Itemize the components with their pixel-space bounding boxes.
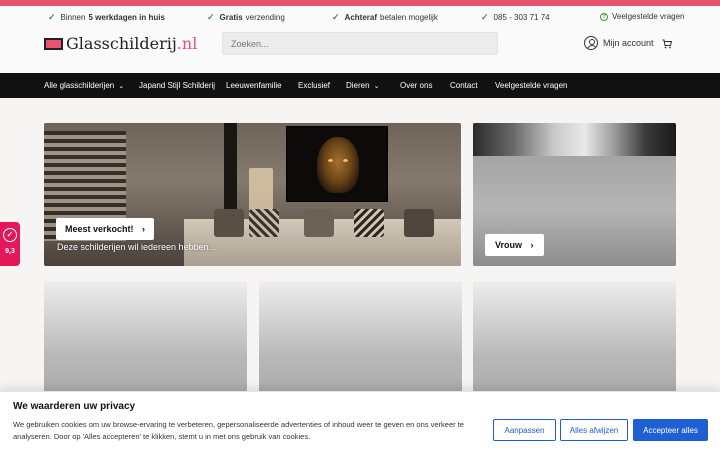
review-score: 9,3 <box>5 248 15 255</box>
usp-bold: 5 werkdagen in huis <box>88 13 165 22</box>
lion-eye <box>328 159 333 162</box>
hero-tile-meest-verkocht[interactable]: Meest verkocht! › Deze schilderijen wil … <box>44 123 461 266</box>
usp-payment: ✓ Achteraf betalen mogelijk <box>332 12 438 23</box>
search-input[interactable] <box>222 32 498 55</box>
nav-item-over-ons[interactable]: Over ons <box>400 81 432 90</box>
hero-subtitle: Deze schilderijen wil iedereen hebben... <box>57 242 217 252</box>
vrouw-label: Vrouw <box>495 240 523 250</box>
chevron-down-icon: ⌄ <box>118 83 125 90</box>
cookie-accept-button[interactable]: Accepteer alles <box>633 419 708 441</box>
faq-link-label: Veelgestelde vragen <box>612 12 685 21</box>
nav-item-label: Dieren <box>346 81 370 90</box>
check-icon: ✓ <box>332 12 340 22</box>
account-label: Mijn account <box>603 38 654 48</box>
usp-text: verzending <box>245 13 285 22</box>
usp-text: Binnen <box>60 13 86 22</box>
nav-item-label: Alle glasschilderijen <box>44 81 115 90</box>
nav-item-label: Veelgestelde vragen <box>495 81 568 90</box>
logo-name: Glasschilderij <box>66 34 177 53</box>
usp-bar: ✓ Binnen 5 werkdagen in huis ✓ Gratis ve… <box>0 6 720 28</box>
cookie-customize-button[interactable]: Aanpassen <box>493 419 556 441</box>
usp-text: betalen mogelijk <box>380 13 438 22</box>
review-score-badge[interactable]: ✓ 9,3 <box>0 222 20 266</box>
nav-item-japand[interactable]: Japand Stijl Schilderij <box>139 81 215 90</box>
pillow-decor <box>404 209 434 237</box>
usp-shipping: ✓ Gratis verzending <box>207 12 285 23</box>
chevron-right-icon: › <box>142 224 146 234</box>
nav-item-label: Over ons <box>400 81 433 90</box>
nav-item-alle-glasschilderijen[interactable]: Alle glasschilderijen ⌄ <box>44 81 124 90</box>
meest-verkocht-button[interactable]: Meest verkocht! › <box>56 218 155 240</box>
nav-item-label: Leeuwenfamilie <box>226 81 282 90</box>
question-circle-icon: ? <box>600 12 608 21</box>
pillow-decor <box>249 209 279 237</box>
site-logo[interactable]: Glasschilderij .nl <box>44 34 197 53</box>
usp-bold: Gratis <box>219 13 243 22</box>
lamp-decor <box>249 168 273 213</box>
main-nav: Alle glasschilderijen ⌄ Japand Stijl Schi… <box>0 73 720 98</box>
vrouw-button[interactable]: Vrouw › <box>485 234 544 256</box>
vrouw-photo-image <box>473 123 676 156</box>
nav-item-label: Exclusief <box>298 81 331 90</box>
cookie-reject-button[interactable]: Alles afwijzen <box>560 419 628 441</box>
nav-item-contact[interactable]: Contact <box>450 81 478 90</box>
lion-face-image <box>317 137 359 193</box>
cart-button[interactable] <box>662 39 673 52</box>
nav-item-leeuwenfamilie[interactable]: Leeuwenfamilie <box>226 81 282 90</box>
usp-bold: Achteraf <box>344 13 377 22</box>
user-icon <box>584 36 598 50</box>
cookie-banner: We waarderen uw privacy We gebruiken coo… <box>0 391 720 450</box>
category-tile-vrouw[interactable]: Vrouw › <box>473 123 676 266</box>
logo-mark-icon <box>44 37 63 50</box>
usp-phone[interactable]: ✓ 085 - 303 71 74 <box>481 12 550 23</box>
cookie-reject-label: Alles afwijzen <box>569 425 619 435</box>
logo-tld: .nl <box>176 34 198 53</box>
pillow-decor <box>354 209 384 237</box>
site-header: Glasschilderij.nl Mijn account <box>0 28 720 73</box>
cookie-customize-label: Aanpassen <box>504 425 545 435</box>
cookie-accept-label: Accepteer alles <box>643 425 698 435</box>
nav-item-veelgestelde-vragen[interactable]: Veelgestelde vragen <box>495 81 568 90</box>
usp-faq-link[interactable]: ? Veelgestelde vragen <box>600 12 685 21</box>
pillow-decor <box>214 209 244 237</box>
phone-number[interactable]: 085 - 303 71 74 <box>494 13 550 22</box>
lion-eye <box>343 159 348 162</box>
check-icon: ✓ <box>48 12 56 22</box>
nav-item-exclusief[interactable]: Exclusief <box>298 81 330 90</box>
check-icon: ✓ <box>481 12 489 22</box>
check-icon: ✓ <box>207 12 215 22</box>
pillow-decor <box>304 209 334 237</box>
chevron-down-icon: ⌄ <box>373 83 380 90</box>
cookie-title: We waarderen uw privacy <box>13 401 136 412</box>
review-check-icon: ✓ <box>3 228 17 242</box>
cookie-text: We gebruiken cookies om uw browse-ervari… <box>13 420 464 441</box>
usp-delivery: ✓ Binnen 5 werkdagen in huis <box>48 12 168 23</box>
account-link[interactable]: Mijn account <box>584 36 654 50</box>
chevron-right-icon: › <box>530 240 534 250</box>
nav-item-label: Japand Stijl Schilderij <box>139 81 216 90</box>
cart-icon <box>662 39 673 49</box>
nav-item-label: Contact <box>450 81 478 90</box>
nav-item-dieren[interactable]: Dieren ⌄ <box>346 81 379 90</box>
lion-painting-image <box>286 126 388 202</box>
meest-verkocht-label: Meest verkocht! <box>65 224 134 234</box>
